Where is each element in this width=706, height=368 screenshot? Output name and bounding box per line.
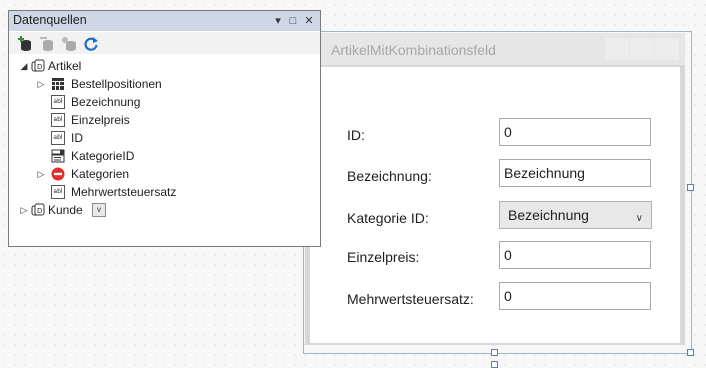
form-window[interactable]: ArtikelMitKombinationsfeld ID: 0 Bezeich… <box>305 33 685 345</box>
id-textbox[interactable]: 0 <box>499 118 651 146</box>
panel-title: Datenquellen <box>13 13 87 27</box>
tree-item-kunde[interactable]: ▷ D Kunde v <box>9 201 320 219</box>
none-icon <box>51 167 65 181</box>
tree-item-mehrwertsteuersatz[interactable]: abl Mehrwertsteuersatz <box>9 183 320 201</box>
chevron-down-icon: ∨ <box>635 213 643 224</box>
dataset-icon: D <box>31 59 45 72</box>
tree-item-label: KategorieID <box>71 149 135 163</box>
textbox-icon: abl <box>51 185 65 199</box>
tree-item-label: Kunde <box>48 203 83 217</box>
tree-item-label: Einzelpreis <box>71 113 130 127</box>
form-client-area: ID: 0 Bezeichnung: Bezeichnung Kategorie… <box>310 67 680 343</box>
einzelpreis-label: Einzelpreis: <box>347 249 420 265</box>
tree-item-label: Bezeichnung <box>71 95 141 109</box>
resize-handle-right[interactable] <box>687 184 694 191</box>
minimize-button[interactable] <box>605 38 629 60</box>
edit-datasource-icon[interactable] <box>39 36 55 52</box>
expand-icon[interactable]: ▷ <box>19 201 29 219</box>
textbox-icon: abl <box>51 95 65 109</box>
einzelpreis-textbox[interactable]: 0 <box>499 241 651 269</box>
combobox-icon <box>51 149 65 163</box>
collapse-icon[interactable]: ◢ <box>19 57 29 75</box>
dropdown-icon[interactable]: ▾ <box>271 13 285 29</box>
resize-handle-bottom-outer[interactable] <box>491 361 498 368</box>
resize-handle-bottom[interactable] <box>491 349 498 356</box>
expand-icon[interactable]: ▷ <box>36 75 46 93</box>
tree-item-kategorieid[interactable]: KategorieID <box>9 147 320 165</box>
resize-handle-corner[interactable] <box>687 349 694 356</box>
datagrid-icon <box>52 78 64 90</box>
kategorie-id-combobox-value: Bezeichnung <box>508 207 589 223</box>
tree-item-bestellpositionen[interactable]: ▷ Bestellpositionen <box>9 75 320 93</box>
dataset-icon: D <box>31 203 45 216</box>
form-title: ArtikelMitKombinationsfeld <box>331 42 496 58</box>
svg-text:D: D <box>37 207 42 215</box>
add-datasource-icon[interactable] <box>17 36 33 52</box>
tree-item-bezeichnung[interactable]: abl Bezeichnung <box>9 93 320 111</box>
close-icon[interactable]: ✕ <box>302 13 316 29</box>
tree-item-label: Artikel <box>48 59 82 73</box>
panel-toolbar <box>9 32 320 54</box>
kategorie-id-combobox[interactable]: Bezeichnung ∨ <box>499 201 652 229</box>
panel-titlebar: Datenquellen ▾ □ ✕ <box>9 11 320 31</box>
mehrwertsteuersatz-label: Mehrwertsteuersatz: <box>347 291 474 307</box>
id-label: ID: <box>347 127 365 143</box>
maximize-button[interactable] <box>630 38 654 60</box>
maximize-icon[interactable]: □ <box>286 13 300 29</box>
bezeichnung-textbox[interactable]: Bezeichnung <box>499 159 651 187</box>
tree-item-id[interactable]: abl ID <box>9 129 320 147</box>
textbox-icon: abl <box>51 113 65 127</box>
close-button[interactable] <box>655 38 679 60</box>
kategorie-id-label: Kategorie ID: <box>347 210 429 226</box>
refresh-icon[interactable] <box>83 36 99 52</box>
tree-item-label: ID <box>71 131 83 145</box>
tree-item-artikel[interactable]: ◢ D Artikel <box>9 57 320 75</box>
tree-item-kategorien[interactable]: ▷ Kategorien <box>9 165 320 183</box>
tree-item-label: Mehrwertsteuersatz <box>71 185 177 199</box>
tree-item-label: Kategorien <box>71 167 130 181</box>
bezeichnung-label: Bezeichnung: <box>347 168 432 184</box>
form-titlebar: ArtikelMitKombinationsfeld <box>305 33 685 65</box>
mehrwertsteuersatz-textbox[interactable]: 0 <box>499 282 651 310</box>
tree-item-einzelpreis[interactable]: abl Einzelpreis <box>9 111 320 129</box>
tree-item-label: Bestellpositionen <box>71 77 162 91</box>
expand-icon[interactable]: ▷ <box>36 165 46 183</box>
datasources-panel: Datenquellen ▾ □ ✕ ◢ D Artikel ▷ Bestell… <box>8 10 321 247</box>
svg-text:D: D <box>37 63 42 71</box>
textbox-icon: abl <box>51 131 65 145</box>
kunde-dropdown-button[interactable]: v <box>92 203 106 217</box>
configure-datasource-icon[interactable] <box>61 36 77 52</box>
